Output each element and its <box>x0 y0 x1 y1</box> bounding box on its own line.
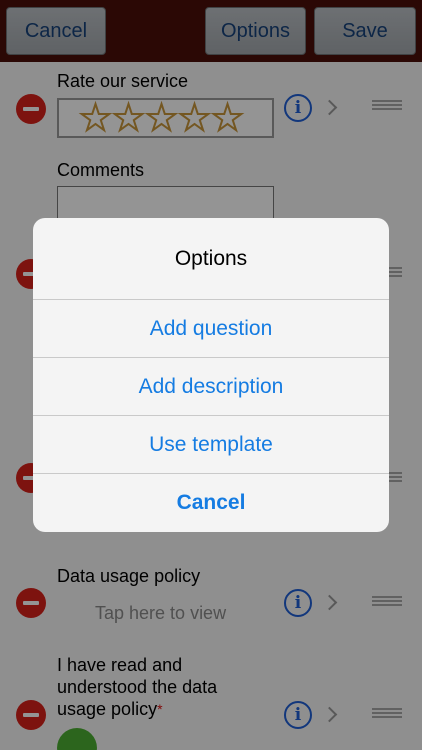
add-question-button[interactable]: Add question <box>33 299 389 357</box>
dialog-title: Options <box>174 247 248 270</box>
dialog-cancel-button[interactable]: Cancel <box>33 473 389 531</box>
add-description-button[interactable]: Add description <box>33 357 389 415</box>
options-dialog: Options Add question Add description Use… <box>33 218 389 532</box>
use-template-button[interactable]: Use template <box>33 415 389 473</box>
